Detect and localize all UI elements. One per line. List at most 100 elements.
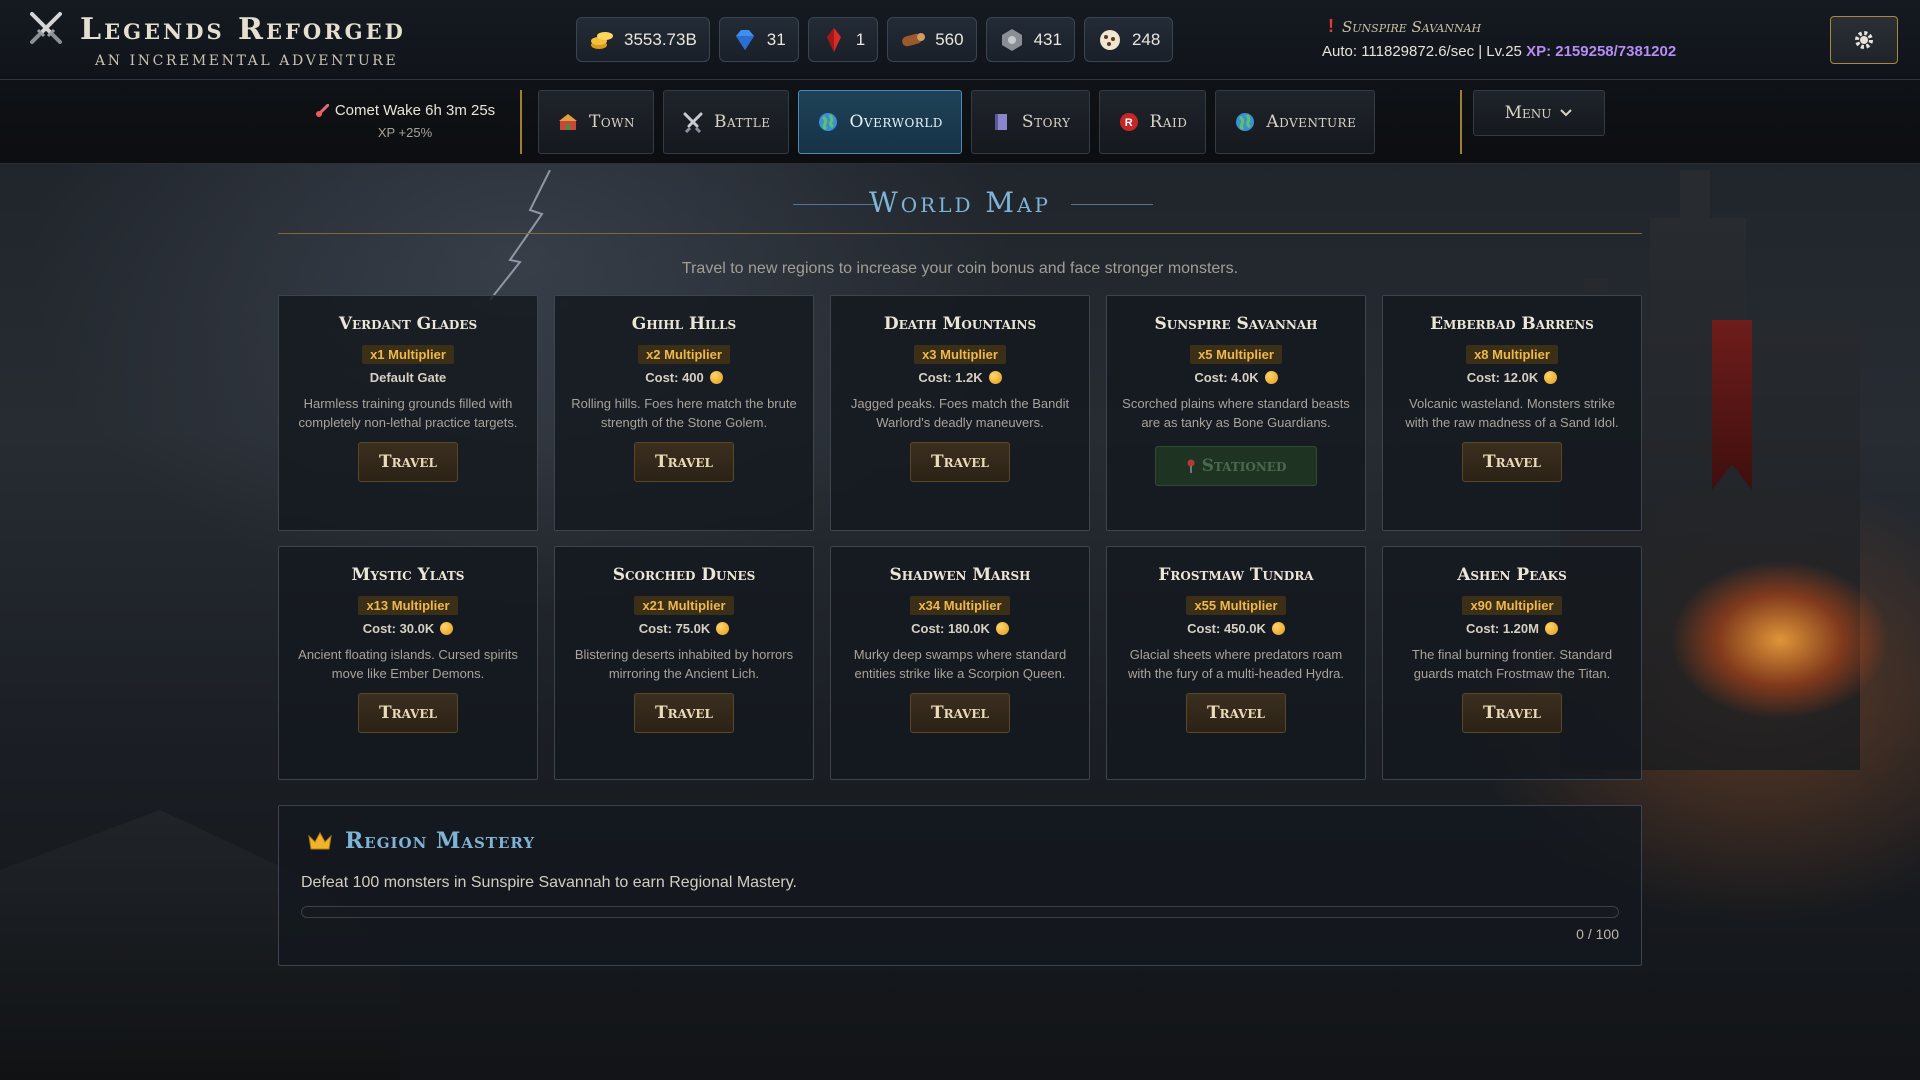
region-cost: Cost: 400	[645, 370, 723, 385]
active-event: Comet Wake 6h 3m 25s XP +25%	[300, 102, 510, 140]
coin-icon	[1271, 622, 1285, 635]
travel-button-mystic-ylats[interactable]: Travel	[358, 693, 458, 733]
region-description: Rolling hills. Foes here match the brute…	[571, 396, 797, 430]
travel-button-scorched-dunes[interactable]: Travel	[634, 693, 734, 733]
current-region: Sunspire Savannah	[1342, 17, 1482, 36]
region-grid: Verdant Glades x1 Multiplier Default Gate H…	[278, 295, 1644, 780]
alert-icon: !	[1328, 16, 1334, 36]
red-crystal-value: 1	[855, 29, 866, 49]
region-cost: Cost: 30.0K	[363, 621, 454, 636]
coin-icon	[1544, 371, 1558, 384]
player-status: ! Sunspire Savannah Auto: 111829872.6/se…	[1322, 16, 1676, 60]
region-card-mystic-ylats: Mystic Ylats x13 Multiplier Cost: 30.0K Anc…	[278, 546, 538, 780]
gold-value: 3553.73B	[624, 29, 697, 49]
travel-button-ashen-peaks[interactable]: Travel	[1462, 693, 1562, 733]
diamond-icon	[735, 29, 754, 50]
tab-story[interactable]: Story	[970, 90, 1090, 154]
region-description: Harmless training grounds filled with co…	[298, 396, 518, 430]
svg-text:R: R	[1124, 117, 1132, 129]
region-card-ashen-peaks: Ashen Peaks x90 Multiplier Cost: 1.20M The …	[1382, 546, 1642, 780]
chevron-down-icon	[1560, 109, 1573, 117]
stationed-button: Stationed	[1155, 446, 1317, 486]
resource-gold: 3553.73B	[576, 17, 710, 62]
travel-button-frostmaw-tundra[interactable]: Travel	[1186, 693, 1286, 733]
nav-divider	[1460, 90, 1462, 154]
globe-icon	[1236, 113, 1255, 131]
tab-town[interactable]: Town	[538, 90, 655, 154]
travel-button-verdant-glades[interactable]: Travel	[358, 442, 458, 482]
region-name: Death Mountains	[883, 314, 1037, 334]
coin-icon	[1544, 622, 1558, 635]
region-multiplier: x3 Multiplier	[914, 345, 1006, 364]
region-cost: Cost: 1.20M	[1466, 621, 1558, 636]
world-map-header: World Map	[278, 186, 1642, 234]
top-bar: Legends Reforged AN INCREMENTAL ADVENTUR…	[0, 0, 1920, 80]
tab-raid[interactable]: R Raid	[1098, 90, 1207, 154]
coin-icon	[988, 371, 1002, 384]
xp-progress: XP: 2159258/7381202	[1526, 43, 1677, 60]
travel-button-shadwen-marsh[interactable]: Travel	[910, 693, 1010, 733]
resource-wood: 560	[887, 17, 977, 62]
region-description: Blistering deserts inhabited by horrors …	[574, 647, 794, 681]
ore-value: 431	[1033, 29, 1062, 49]
crossed-swords-icon	[30, 12, 62, 44]
castle-banner	[1712, 320, 1752, 490]
settings-button[interactable]	[1830, 16, 1898, 64]
region-cost: Cost: 1.2K	[918, 370, 1002, 385]
coin-icon	[995, 622, 1009, 635]
region-cost: Cost: 450.0K	[1187, 621, 1285, 636]
region-name: Scorched Dunes	[612, 565, 756, 585]
region-mastery-panel: Region Mastery Defeat 100 monsters in Su…	[278, 805, 1642, 966]
region-name: Verdant Glades	[338, 314, 478, 334]
cookie-value: 248	[1131, 29, 1161, 49]
region-multiplier: x90 Multiplier	[1462, 596, 1562, 615]
brazier-fire	[1670, 560, 1890, 720]
event-bonus: XP +25%	[377, 125, 433, 140]
travel-button-ghihl-hills[interactable]: Travel	[634, 442, 734, 482]
resource-cookies: 248	[1083, 17, 1174, 62]
region-name: Shadwen Marsh	[889, 565, 1031, 585]
wood-value: 560	[935, 29, 964, 49]
region-name: Sunspire Savannah	[1154, 314, 1318, 334]
ore-icon	[1001, 28, 1022, 51]
resource-diamonds: 31	[718, 17, 799, 62]
app-subtitle: AN INCREMENTAL ADVENTURE	[95, 53, 399, 69]
region-name: Emberbad Barrens	[1430, 314, 1594, 334]
region-description: The final burning frontier. Standard gua…	[1411, 647, 1613, 681]
coins-icon	[591, 31, 613, 49]
travel-button-emberbad-barrens[interactable]: Travel	[1462, 442, 1562, 482]
mastery-progress-bar	[301, 906, 1619, 918]
region-multiplier: x8 Multiplier	[1466, 345, 1558, 364]
region-cost: Cost: 12.0K	[1467, 370, 1558, 385]
region-description: Jagged peaks. Foes match the Bandit Warl…	[850, 396, 1070, 430]
region-description: Scorched plains where standard beasts ar…	[1122, 396, 1350, 430]
nav-divider	[520, 90, 522, 154]
region-description: Glacial sheets where predators roam with…	[1127, 647, 1345, 681]
globe-icon	[819, 113, 838, 131]
region-multiplier: x21 Multiplier	[634, 596, 734, 615]
crown-icon	[308, 831, 332, 850]
region-multiplier: x13 Multiplier	[358, 596, 458, 615]
world-map-description: Travel to new regions to increase your c…	[681, 260, 1239, 277]
coin-icon	[440, 622, 454, 635]
event-name: Comet Wake 6h 3m 25s	[334, 102, 496, 119]
tab-adventure[interactable]: Adventure	[1215, 90, 1376, 154]
cookie-icon	[1099, 29, 1120, 50]
region-name: Ashen Peaks	[1457, 565, 1567, 585]
region-name: Frostmaw Tundra	[1158, 565, 1314, 585]
log-icon	[902, 32, 926, 46]
region-card-emberbad-barrens: Emberbad Barrens x8 Multiplier Cost: 12.0K…	[1382, 295, 1642, 531]
coin-icon	[1264, 371, 1278, 384]
tab-battle[interactable]: Battle	[663, 90, 790, 154]
coin-icon	[716, 622, 730, 635]
travel-button-death-mountains[interactable]: Travel	[910, 442, 1010, 482]
auto-rate: Auto: 111829872.6/sec | Lv.25	[1322, 43, 1522, 60]
region-description: Murky deep swamps where standard entitie…	[853, 647, 1067, 681]
region-multiplier: x1 Multiplier	[362, 345, 454, 364]
raid-icon: R	[1119, 113, 1138, 131]
book-icon	[994, 114, 1007, 130]
menu-dropdown-button[interactable]: Menu	[1473, 90, 1605, 136]
town-icon	[559, 114, 577, 130]
region-multiplier: x34 Multiplier	[910, 596, 1010, 615]
tab-overworld[interactable]: Overworld	[798, 90, 962, 154]
